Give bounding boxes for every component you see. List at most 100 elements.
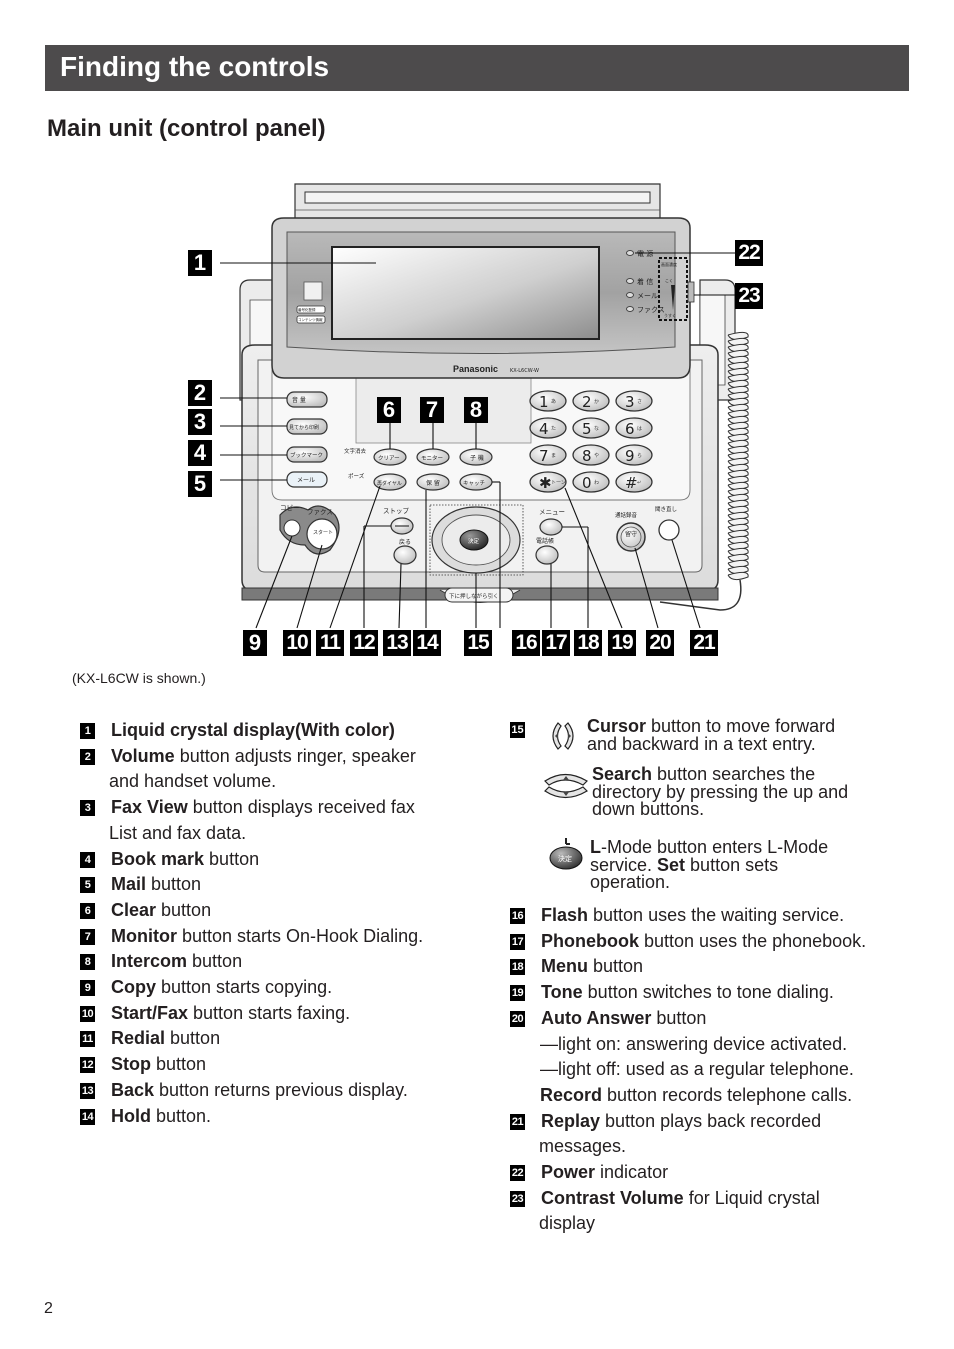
record-label: 通話録音 xyxy=(615,511,638,519)
keypad-kana: さ xyxy=(637,398,642,405)
item-term: Redial xyxy=(111,1028,166,1049)
keypad-digit: 5 xyxy=(582,420,592,438)
list-item-19: 19 Tone button switches to tone dialing. xyxy=(510,980,930,1006)
item-number-badge: 9 xyxy=(80,980,95,997)
keypad-key-12: # ↵ xyxy=(615,471,653,493)
item-term: Menu xyxy=(541,956,588,977)
section-title: Finding the controls xyxy=(60,51,330,82)
lcd-screen xyxy=(331,246,600,340)
keypad-key-1: 1あ xyxy=(529,390,567,412)
btn-set-label: 決定 xyxy=(468,537,480,545)
item-term: Replay xyxy=(541,1110,601,1131)
keypad-kana: や xyxy=(594,452,599,459)
item-number-badge: 19 xyxy=(510,985,525,1002)
item-number-badge: 1 xyxy=(80,723,95,739)
item-term: Clear xyxy=(111,899,157,920)
keypad-key-8: 8や xyxy=(572,444,610,466)
controls-list-right: 16 Flash button uses the waiting service.… xyxy=(510,903,930,1237)
item-description: button xyxy=(146,874,202,895)
item-number-badge: 20 xyxy=(510,1010,525,1027)
list-item-13: 13 Back button returns previous display. xyxy=(80,1078,480,1104)
item-number-badge: 8 xyxy=(80,954,95,971)
keypad-key-3: 3さ xyxy=(615,390,653,412)
item-term: Book mark xyxy=(111,848,205,869)
lmode-set-description: L-Mode button enters L-Mode service. Set … xyxy=(590,837,829,892)
callout-4: 4 xyxy=(188,440,212,466)
keypad-kana: わ xyxy=(594,479,599,486)
item-description: button. xyxy=(151,1105,212,1126)
control-panel-illustration: 1 あ 2 か 3 さ 4 た 5 な 6 は 7 ま 8 や 9 ら ✱ トーン 0 わ # ↵ xyxy=(180,170,780,670)
auto-answer-light-off: —light off: used as a regular telephone. xyxy=(540,1059,854,1080)
keypad-key-6: 6は xyxy=(615,417,653,439)
item-term: Stop xyxy=(111,1054,151,1075)
item-number-badge: 15 xyxy=(510,722,525,738)
item-description: indicator xyxy=(595,1162,669,1183)
list-item-6: 6 Clear button xyxy=(80,898,480,924)
callout-14: 14 xyxy=(413,630,441,656)
item-term: Hold xyxy=(111,1105,151,1126)
callout-7: 7 xyxy=(420,397,444,423)
item-term: Mail xyxy=(111,874,147,895)
keypad-key-5: 5な xyxy=(572,417,610,439)
callout-16: 16 xyxy=(512,630,540,656)
list-item-18: 18 Menu button xyxy=(510,954,930,980)
callout-3: 3 xyxy=(188,409,212,435)
btn-intercom-label: 子 機 xyxy=(470,454,484,462)
callout-6: 6 xyxy=(377,397,401,423)
btn-start-label: スタート xyxy=(313,529,333,536)
lcd-bezel xyxy=(271,217,691,379)
item-description: for Liquid crystal xyxy=(683,1187,820,1208)
callout-12: 12 xyxy=(350,630,378,656)
contrast-light-label: うすく xyxy=(664,312,676,318)
btn-answer-label: 留守 xyxy=(625,530,637,538)
label-incoming: 着 信 xyxy=(637,277,653,286)
btn-clear-label: クリアー xyxy=(378,455,400,462)
item-description: button switches to tone dialing. xyxy=(582,982,834,1003)
keypad-kana: た xyxy=(551,426,556,432)
list-item-21: 21 Replay button plays back recorded messa… xyxy=(510,1109,930,1160)
item-term: Fax View xyxy=(111,797,188,818)
item-term: Volume xyxy=(111,745,175,766)
item-description: button xyxy=(151,1054,207,1075)
item-term: Copy xyxy=(111,977,156,998)
item-description: button xyxy=(204,848,260,869)
item-description: button uses the phonebook. xyxy=(639,930,867,951)
btn-mail-label: メール xyxy=(297,477,315,484)
btn-volume-label: 音 量 xyxy=(292,396,306,404)
back-label: 戻る xyxy=(399,538,411,546)
item-number-badge: 21 xyxy=(510,1113,525,1130)
list-item-20: 20 Auto Answer button xyxy=(510,1006,930,1032)
item-description: button starts faxing. xyxy=(188,1002,351,1023)
keypad-digit: 7 xyxy=(539,447,549,465)
callout-22: 22 xyxy=(735,240,763,266)
auto-answer-light-on: —light on: answering device activated. xyxy=(540,1033,848,1054)
item-term: Flash xyxy=(541,905,589,925)
list-item-7: 7 Monitor button starts On-Hook Dialing. xyxy=(80,924,480,950)
item-number-badge: 12 xyxy=(80,1057,95,1074)
keypad-digit: # xyxy=(625,474,638,492)
side-button-2-label: コンテンツ情報 xyxy=(298,317,323,322)
btn-hold-label: 保 留 xyxy=(426,479,440,487)
item-term: Record xyxy=(540,1084,603,1105)
item-description-continued: List and fax data. xyxy=(109,822,247,843)
btn-redial-label: 再ダイヤル xyxy=(377,480,402,487)
item-description: button records telephone calls. xyxy=(602,1084,853,1105)
keypad-kana: ま xyxy=(551,453,556,459)
figure-caption: (KX-L6CW is shown.) xyxy=(72,670,206,686)
menu-label: メニュー xyxy=(539,508,565,516)
keypad-kana: トーン xyxy=(551,480,566,486)
btn-catch-label: キャッチ xyxy=(463,480,485,487)
item-number-badge: 3 xyxy=(80,800,95,817)
list-item-11: 11 Redial button xyxy=(80,1026,480,1052)
callout-21: 21 xyxy=(690,630,718,656)
item-number-badge: 11 xyxy=(80,1031,95,1048)
callout-8: 8 xyxy=(464,397,488,423)
item-number-badge: 16 xyxy=(510,908,525,924)
keypad-kana: な xyxy=(594,425,599,432)
controls-list-left: 1 Liquid crystal display(With color) 2 Volu… xyxy=(80,718,480,1129)
keypad-key-4: 4た xyxy=(529,417,567,439)
item-number-badge: 5 xyxy=(80,877,95,894)
item-number-badge: 13 xyxy=(80,1082,95,1099)
side-button-1-label: 番号化登録 xyxy=(298,307,316,312)
keypad-kana: は xyxy=(637,426,642,432)
